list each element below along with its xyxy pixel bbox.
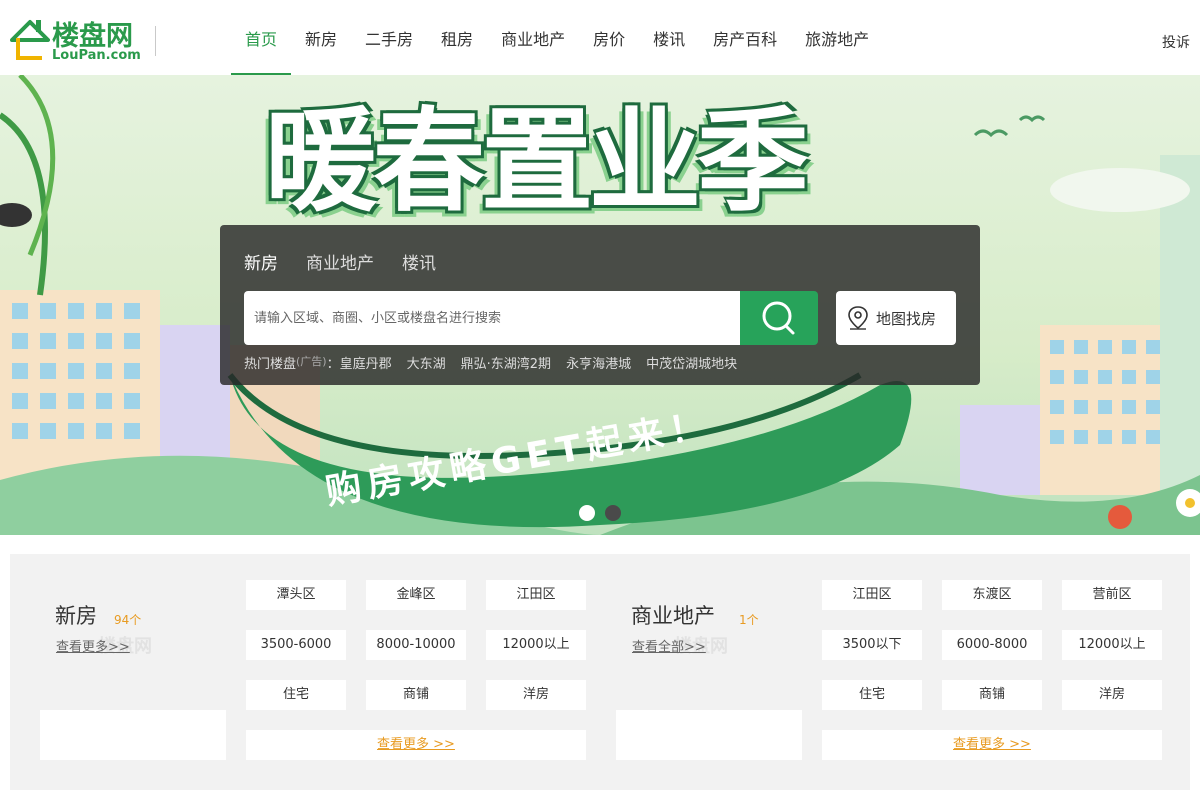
house-logo-icon xyxy=(10,20,50,60)
hot-listings: 热门楼盘 (广告)： 皇庭丹郡 大东湖 鼎弘·东湖湾2期 永亨海港城 中茂岱湖城地… xyxy=(244,353,752,372)
new-house-tag-7[interactable]: 住宅 xyxy=(246,680,346,710)
search-input[interactable] xyxy=(244,291,740,345)
commercial-tag-8[interactable]: 商铺 xyxy=(942,680,1042,710)
search-button[interactable] xyxy=(740,291,818,345)
commercial-more-link[interactable]: 查看全部>> xyxy=(632,636,706,655)
new-house-tag-8[interactable]: 商铺 xyxy=(366,680,466,710)
new-house-tag-5[interactable]: 8000-10000 xyxy=(366,630,466,660)
new-house-more-link[interactable]: 查看更多>> xyxy=(56,636,130,655)
map-pin-icon xyxy=(848,306,868,330)
map-search-label: 地图找房 xyxy=(876,310,937,328)
hot-label: 热门楼盘 xyxy=(244,357,297,372)
hot-link-3[interactable]: 鼎弘·东湖湾2期 xyxy=(461,353,551,372)
listing-section: 新房 94个 楼盘网 查看更多>> 潭头区 金峰区 江田区 3500-6000 … xyxy=(10,554,1190,790)
nav-home[interactable]: 首页 xyxy=(231,0,292,75)
search-icon xyxy=(762,301,795,335)
main-nav: 首页 新房 二手房 租房 商业地产 房价 楼讯 房产百科 旅游地产 xyxy=(231,0,883,75)
site-logo[interactable]: 楼盘网 LouPan.com xyxy=(10,12,156,64)
commercial-tag-4[interactable]: 3500以下 xyxy=(822,630,922,660)
logo-divider xyxy=(155,26,156,56)
commercial-tag-6[interactable]: 12000以上 xyxy=(1062,630,1162,660)
commercial-tag-1[interactable]: 江田区 xyxy=(822,580,922,610)
commercial-tag-7[interactable]: 住宅 xyxy=(822,680,922,710)
new-house-tag-9[interactable]: 洋房 xyxy=(486,680,586,710)
search-tab-commercial[interactable]: 商业地产 xyxy=(306,249,374,274)
commercial-title: 商业地产 xyxy=(631,604,715,628)
site-header: 楼盘网 LouPan.com 首页 新房 二手房 租房 商业地产 房价 楼讯 房… xyxy=(0,0,1200,75)
commercial-more-bar[interactable]: 查看更多 >> xyxy=(822,730,1162,760)
search-tab-news[interactable]: 楼讯 xyxy=(402,249,436,274)
hot-link-4[interactable]: 永亨海港城 xyxy=(566,353,631,372)
nav-price[interactable]: 房价 xyxy=(579,0,639,75)
carousel-dot-1[interactable] xyxy=(579,505,595,521)
new-house-image-slot xyxy=(40,710,226,760)
new-house-count: 94个 xyxy=(114,613,142,627)
hot-colon: ： xyxy=(326,357,340,372)
search-tabs: 新房 商业地产 楼讯 xyxy=(244,249,436,274)
new-house-tag-6[interactable]: 12000以上 xyxy=(486,630,586,660)
new-house-tag-2[interactable]: 金峰区 xyxy=(366,580,466,610)
hot-link-1[interactable]: 皇庭丹郡 xyxy=(340,353,392,372)
new-house-tag-3[interactable]: 江田区 xyxy=(486,580,586,610)
commercial-image-slot xyxy=(616,710,802,760)
nav-travel[interactable]: 旅游地产 xyxy=(791,0,883,75)
commercial-tag-2[interactable]: 东渡区 xyxy=(942,580,1042,610)
search-panel: 新房 商业地产 楼讯 地图找房 热门楼盘(广告)： 皇庭丹郡 大东湖 鼎弘·东湖… xyxy=(220,225,980,385)
map-search-button[interactable]: 地图找房 xyxy=(836,291,956,345)
nav-new-house[interactable]: 新房 xyxy=(291,0,351,75)
new-house-title: 新房 xyxy=(55,604,97,628)
hot-link-5[interactable]: 中茂岱湖城地块 xyxy=(646,353,737,372)
nav-commercial[interactable]: 商业地产 xyxy=(487,0,579,75)
commercial-tag-5[interactable]: 6000-8000 xyxy=(942,630,1042,660)
logo-english-text: LouPan.com xyxy=(52,48,141,63)
commercial-tag-9[interactable]: 洋房 xyxy=(1062,680,1162,710)
nav-second-hand[interactable]: 二手房 xyxy=(351,0,427,75)
hot-ad-tag: (广告) xyxy=(296,355,327,368)
carousel-dot-2[interactable] xyxy=(605,505,621,521)
new-house-tag-4[interactable]: 3500-6000 xyxy=(246,630,346,660)
commercial-count: 1个 xyxy=(739,613,759,627)
carousel-dots xyxy=(579,505,621,521)
hot-link-2[interactable]: 大东湖 xyxy=(407,353,446,372)
nav-rent[interactable]: 租房 xyxy=(427,0,487,75)
search-tab-new-house[interactable]: 新房 xyxy=(244,249,278,274)
commercial-tag-3[interactable]: 营前区 xyxy=(1062,580,1162,610)
nav-wiki[interactable]: 房产百科 xyxy=(699,0,791,75)
banner-slogan: 暖春置业季 xyxy=(265,97,809,227)
complain-link[interactable]: 投诉 xyxy=(1162,32,1190,52)
new-house-more-bar[interactable]: 查看更多 >> xyxy=(246,730,586,760)
nav-news[interactable]: 楼讯 xyxy=(639,0,699,75)
new-house-tag-1[interactable]: 潭头区 xyxy=(246,580,346,610)
